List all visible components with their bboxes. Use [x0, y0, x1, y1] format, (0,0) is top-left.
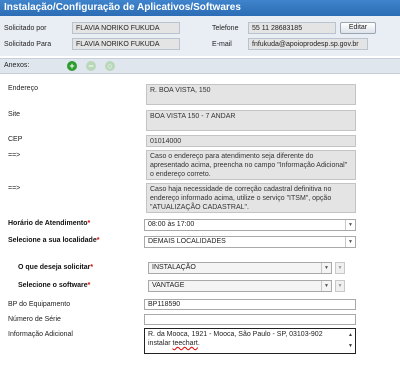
email-label: E-mail	[212, 41, 232, 48]
software-select[interactable]: VANTAGE ▼	[148, 280, 332, 292]
solicitado-para-field: FLAVIA NORIKO FUKUDA	[72, 38, 180, 50]
bp-input[interactable]: BP118590	[144, 299, 356, 310]
anexos-label: Anexos:	[4, 62, 30, 69]
solicitar-lookup-icon[interactable]: ▼	[335, 262, 345, 274]
email-field: fnfukuda@apoioprodesp.sp.gov.br	[248, 38, 368, 50]
software-lookup-icon[interactable]: ▼	[335, 280, 345, 292]
site-field: BOA VISTA 150 - 7 ANDAR	[146, 110, 356, 131]
endereco-field: R. BOA VISTA, 150	[146, 84, 356, 105]
note2-arrow: ==>	[8, 185, 21, 192]
page-title: Instalação/Configuração de Aplicativos/S…	[0, 0, 400, 16]
localidade-label: Selecione a sua localidade*	[8, 237, 100, 244]
note1-text: Caso o endereço para atendimento seja di…	[146, 150, 356, 180]
info-label: Informação Adicional	[8, 331, 73, 338]
serie-input[interactable]	[144, 314, 356, 325]
endereco-label: Endereço	[8, 85, 38, 92]
info-line2: instalar teechart.	[148, 340, 200, 347]
cep-field: 01014000	[146, 135, 356, 147]
editar-button[interactable]: Editar	[340, 22, 376, 34]
solicitado-por-field: FLAVIA NORIKO FUKUDA	[72, 22, 180, 34]
info-line1: R. da Mooca, 1921 - Mooca, São Paulo - S…	[148, 331, 323, 338]
cep-label: CEP	[8, 136, 23, 143]
horario-label: Horário de Atendimento*	[8, 220, 91, 227]
solicitar-select[interactable]: INSTALAÇÃO ▼	[148, 262, 332, 274]
horario-select[interactable]: 08:00 às 17:00 ▼	[144, 219, 356, 231]
attachments-toolbar: Anexos: + − ○	[0, 58, 400, 74]
add-attachment-icon[interactable]: +	[67, 61, 77, 71]
textarea-scrollbar[interactable]: ▲ ▼	[347, 330, 354, 352]
chevron-down-icon: ▼	[321, 281, 331, 291]
localidade-select[interactable]: DEMAIS LOCALIDADES ▼	[144, 236, 356, 248]
bp-label: BP do Equipamento	[8, 301, 71, 308]
view-attachment-icon[interactable]: ○	[105, 61, 115, 71]
chevron-down-icon: ▼	[345, 220, 355, 230]
solicitado-por-label: Solicitado por	[4, 25, 47, 32]
note1-arrow: ==>	[8, 152, 21, 159]
serie-label: Número de Série	[8, 316, 61, 323]
site-label: Site	[8, 111, 21, 118]
telefone-field: 55 11 28683185	[248, 22, 336, 34]
info-textarea[interactable]: R. da Mooca, 1921 - Mooca, São Paulo - S…	[144, 328, 356, 354]
solicitar-label: O que deseja solicitar*	[18, 264, 94, 271]
solicitado-para-label: Solicitado Para	[4, 41, 52, 48]
requester-header: Solicitado por FLAVIA NORIKO FUKUDA Soli…	[0, 16, 400, 56]
software-label: Selecione o software*	[18, 282, 91, 289]
telefone-label: Telefone	[212, 25, 239, 32]
chevron-down-icon: ▼	[321, 263, 331, 273]
chevron-down-icon: ▼	[345, 237, 355, 247]
remove-attachment-icon[interactable]: −	[86, 61, 96, 71]
note2-text: Caso haja necessidade de correção cadast…	[146, 183, 356, 213]
